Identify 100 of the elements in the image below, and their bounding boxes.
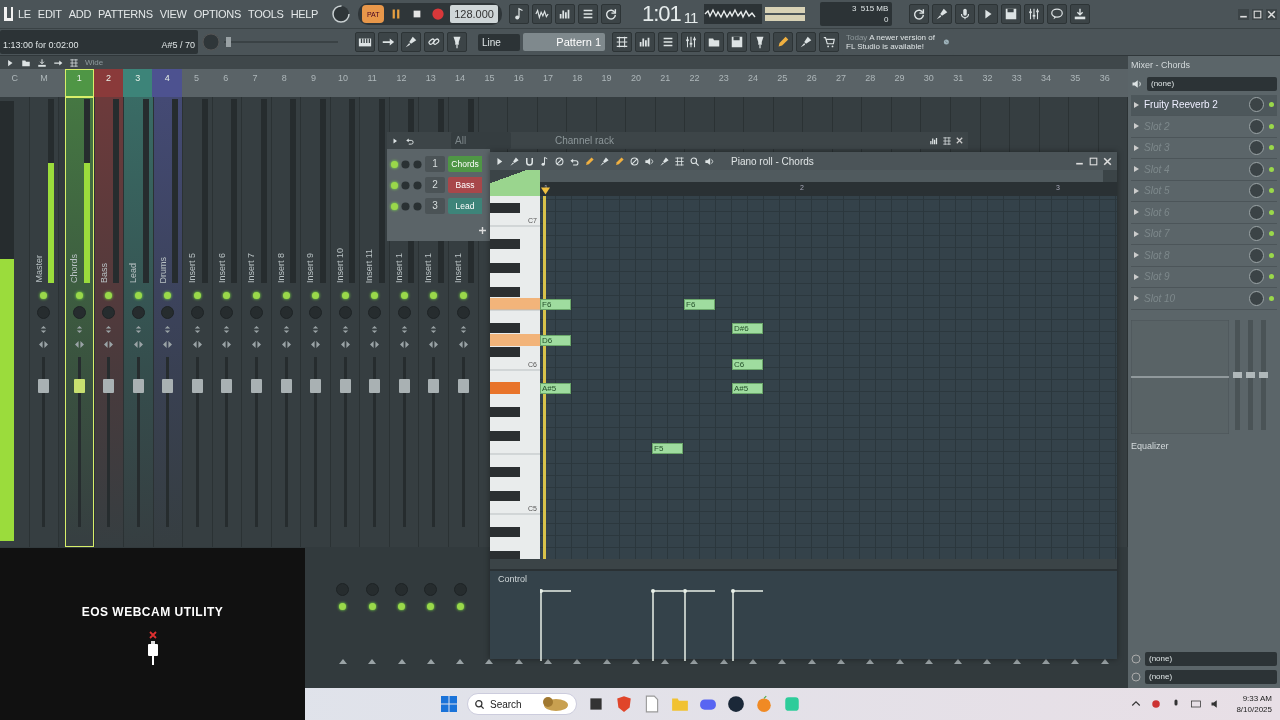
display-icon[interactable]	[1190, 698, 1203, 710]
eq-band-slider[interactable]	[1259, 319, 1268, 430]
slot-led[interactable]	[1269, 209, 1274, 215]
track-number[interactable]: 14	[445, 69, 475, 97]
maximize-icon[interactable]	[1088, 155, 1099, 167]
track-number[interactable]: 29	[884, 69, 915, 97]
slider-thumb[interactable]	[1259, 371, 1268, 378]
track-number[interactable]: C	[0, 69, 30, 97]
mixer-strip[interactable]: Bass	[94, 97, 125, 547]
snap-dropdown[interactable]: Line	[478, 33, 520, 51]
status-led[interactable]	[40, 292, 48, 299]
mixer-strip[interactable]: Insert 8	[271, 97, 302, 547]
shield-icon[interactable]	[615, 695, 633, 713]
instrument-tab[interactable]	[490, 170, 540, 196]
track-number[interactable]: 7	[240, 69, 270, 97]
toolbar-button[interactable]	[600, 4, 621, 24]
mix-knob[interactable]	[1249, 269, 1264, 285]
slot-led[interactable]	[1269, 252, 1274, 258]
mix-knob[interactable]	[1249, 183, 1264, 199]
track-number[interactable]: 9	[298, 69, 329, 97]
mixer-strip-selected[interactable]: Chords	[65, 97, 95, 547]
mixer-strip[interactable]: Insert 9	[301, 97, 331, 547]
volume-fader[interactable]	[132, 379, 144, 393]
channel-number[interactable]: 2	[425, 177, 445, 193]
note-block[interactable]: F6	[540, 299, 571, 310]
track-number[interactable]: 3	[123, 69, 153, 97]
track-number[interactable]: 19	[591, 69, 622, 97]
mixer-strip[interactable]	[0, 97, 30, 547]
toolbar-button[interactable]	[447, 32, 467, 52]
toolbar-button[interactable]	[658, 32, 678, 52]
logo-icon[interactable]	[3, 4, 13, 24]
toolbar-button[interactable]	[508, 4, 529, 24]
volume-fader[interactable]	[191, 379, 203, 393]
status-led[interactable]	[339, 603, 347, 610]
volume-fader[interactable]	[339, 379, 351, 393]
status-led[interactable]	[427, 603, 435, 610]
mix-knob[interactable]	[1249, 97, 1264, 113]
status-led[interactable]	[371, 292, 379, 299]
piano-keyboard-drawing[interactable]	[490, 196, 540, 559]
track-number[interactable]: 5	[181, 69, 212, 97]
toolbar-button[interactable]	[424, 32, 444, 52]
slider-thumb[interactable]	[1246, 371, 1255, 378]
mixer-strip[interactable]: Insert 11	[360, 97, 390, 547]
channel-number[interactable]: 1	[425, 156, 445, 172]
mix-knob[interactable]	[1249, 204, 1264, 220]
velocity-bar[interactable]	[651, 589, 684, 661]
menu-item[interactable]: PATTERNS	[96, 5, 155, 23]
menu-item[interactable]: ADD	[66, 5, 94, 23]
track-number[interactable]: 4	[152, 69, 182, 97]
view-mode-label[interactable]: Wide	[85, 56, 104, 69]
knob-icon[interactable]	[331, 4, 352, 24]
volume-fader[interactable]	[73, 379, 85, 393]
track-number[interactable]: 23	[709, 69, 739, 97]
mix-knob[interactable]	[1249, 290, 1264, 306]
track-number[interactable]: 35	[1060, 69, 1090, 97]
steam-icon[interactable]	[727, 695, 745, 713]
slot-led[interactable]	[1269, 145, 1274, 151]
toolbar-button[interactable]	[796, 32, 816, 52]
track-number[interactable]: 12	[386, 69, 417, 97]
slot-led[interactable]	[1269, 166, 1274, 172]
track-number[interactable]: 8	[269, 69, 299, 97]
note-grid[interactable]: F6 F6 D#6 D6 C6 A#5 A#5 F5	[540, 196, 1117, 559]
track-number[interactable]: 36	[1090, 69, 1120, 97]
toolbar-button[interactable]	[401, 32, 421, 52]
toolbar-button[interactable]	[531, 4, 552, 24]
tray-app-icon[interactable]	[1150, 698, 1163, 710]
note-block[interactable]: D#6	[732, 323, 763, 334]
slider-track[interactable]	[224, 36, 338, 48]
pattern-selector[interactable]: Pattern 1	[523, 32, 605, 52]
track-number[interactable]: M	[29, 69, 59, 97]
status-led[interactable]	[341, 292, 349, 299]
channel-led[interactable]	[391, 181, 398, 189]
track-number[interactable]: 2	[93, 69, 124, 97]
toolbar-button[interactable]	[554, 4, 575, 24]
mix-knob[interactable]	[1249, 247, 1264, 263]
track-number[interactable]: 22	[679, 69, 710, 97]
volume-fader[interactable]	[162, 379, 174, 393]
mixer-strip[interactable]: Lead	[124, 97, 154, 547]
plus-icon[interactable]	[479, 227, 486, 234]
mixer-strip[interactable]: Master	[29, 97, 60, 547]
status-led[interactable]	[193, 292, 201, 299]
slot-led[interactable]	[1269, 188, 1274, 194]
menu-item[interactable]: EDIT	[35, 5, 64, 23]
mixer-strip[interactable]: Insert 6	[212, 97, 243, 547]
slot-led[interactable]	[1269, 295, 1274, 301]
mix-knob[interactable]	[1249, 226, 1264, 242]
toolbar-button[interactable]	[819, 32, 839, 52]
toolbar-button[interactable]	[635, 32, 655, 52]
mix-knob[interactable]	[1249, 140, 1264, 156]
track-number[interactable]: 26	[797, 69, 827, 97]
slot-led[interactable]	[1269, 102, 1274, 108]
toolbar-button[interactable]	[704, 32, 724, 52]
track-number[interactable]: 13	[416, 69, 446, 97]
track-number[interactable]: 17	[533, 69, 563, 97]
velocity-bar[interactable]	[683, 589, 716, 661]
toolbar-button[interactable]	[932, 4, 953, 24]
mixer-strip[interactable]: Insert 10	[330, 97, 361, 547]
track-number[interactable]: 1	[64, 69, 94, 97]
mixer-strip[interactable]: Drums	[153, 97, 184, 547]
note-block[interactable]: F6	[684, 299, 715, 310]
